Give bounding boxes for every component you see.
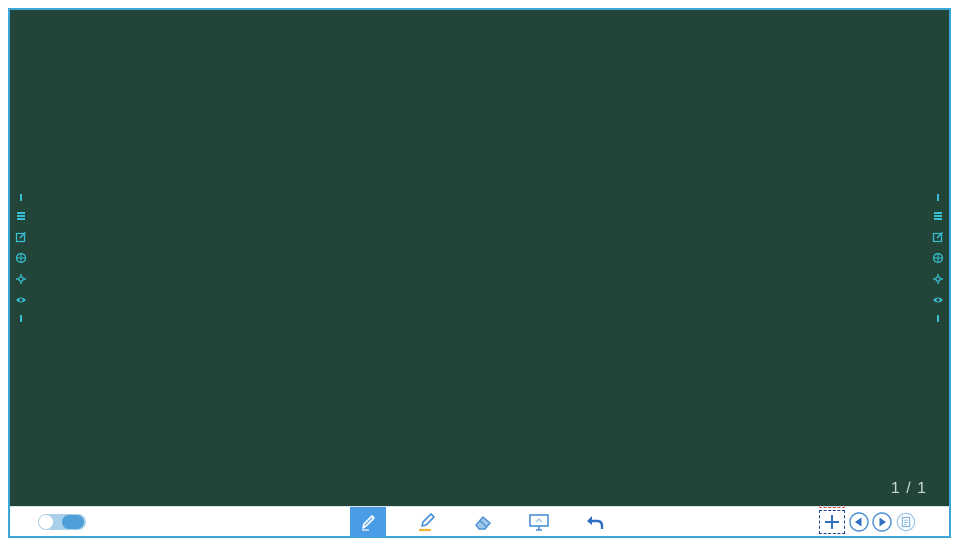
next-page-button[interactable] xyxy=(872,512,892,532)
menu-handle-bottom[interactable] xyxy=(20,315,22,322)
drawing-canvas[interactable]: 1 / 1 xyxy=(10,10,949,506)
page-list-icon xyxy=(896,512,916,532)
next-page-icon xyxy=(872,512,892,532)
globe-icon[interactable] xyxy=(932,252,944,264)
add-page-icon xyxy=(825,515,839,529)
pen-tool-button[interactable] xyxy=(350,507,386,537)
screen-tool-button[interactable] xyxy=(521,507,557,537)
globe-icon[interactable] xyxy=(15,252,27,264)
monitor-icon xyxy=(529,514,549,531)
undo-tool-button[interactable] xyxy=(577,507,613,537)
highlighter-icon xyxy=(418,513,435,532)
whiteboard-window: 1 / 1 xyxy=(8,8,951,538)
right-side-menu[interactable] xyxy=(931,194,945,322)
eraser-icon xyxy=(475,516,491,530)
pen-icon xyxy=(362,515,375,531)
settings-icon[interactable] xyxy=(932,273,944,285)
menu-handle-top[interactable] xyxy=(937,194,939,201)
edit-icon[interactable] xyxy=(932,231,944,243)
mode-toggle[interactable] xyxy=(38,514,86,530)
left-side-menu[interactable] xyxy=(14,194,28,322)
bottom-toolbar xyxy=(10,506,949,537)
toggle-knob xyxy=(39,515,53,529)
menu-icon[interactable] xyxy=(15,210,27,222)
eraser-tool-button[interactable] xyxy=(465,507,501,537)
previous-page-button[interactable] xyxy=(849,512,869,532)
page-list-button[interactable] xyxy=(896,512,916,532)
menu-handle-bottom[interactable] xyxy=(937,315,939,322)
settings-icon[interactable] xyxy=(15,273,27,285)
edit-icon[interactable] xyxy=(15,231,27,243)
page-indicator: 1 / 1 xyxy=(890,480,927,497)
menu-handle-top[interactable] xyxy=(20,194,22,201)
menu-icon[interactable] xyxy=(932,210,944,222)
previous-page-icon xyxy=(849,512,869,532)
highlighter-tool-button[interactable] xyxy=(409,507,445,537)
eye-icon[interactable] xyxy=(932,294,944,306)
add-page-button[interactable] xyxy=(819,507,845,534)
toggle-active-side xyxy=(62,515,84,529)
undo-icon xyxy=(587,516,604,529)
eye-icon[interactable] xyxy=(15,294,27,306)
